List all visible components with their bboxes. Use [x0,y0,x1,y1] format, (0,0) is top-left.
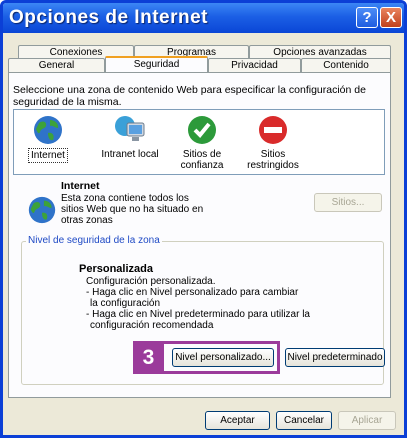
zone-label: Intranet local [101,149,159,160]
zone-name: Internet [61,180,100,192]
apply-button[interactable]: Aplicar [338,411,396,430]
zone-list: Internet Intranet local Sitios de confia… [13,109,385,175]
level-line: - Haga clic en Nivel personalizado para … [86,287,299,298]
zone-label: Internet [28,148,68,163]
level-line: Configuración personalizada. [86,276,216,287]
cancel-button[interactable]: Cancelar [276,411,332,430]
globe-icon [26,194,58,226]
zone-sitios-restringidos[interactable]: Sitios restringidos [243,114,303,172]
tab-privacidad[interactable]: Privacidad [208,58,301,72]
zone-sitios-confianza[interactable]: Sitios de confianza [172,114,232,172]
zone-label: Sitios restringidos [247,149,299,171]
accept-button[interactable]: Aceptar [205,411,270,430]
level-title: Personalizada [79,263,153,275]
zone-intranet-local[interactable]: Intranet local [97,114,163,161]
zone-description: Esta zona contiene todos los sitios Web … [61,193,204,226]
zone-label: Sitios de confianza [180,149,224,171]
sites-button[interactable]: Sitios... [314,193,382,212]
intro-text: Seleccione una zona de contenido Web par… [13,84,366,108]
window-title: Opciones de Internet [9,7,208,28]
tab-contenido[interactable]: Contenido [301,58,391,72]
close-button[interactable]: X [380,7,402,28]
level-line: - Haga clic en Nivel predeterminado para… [86,309,310,320]
trusted-check-icon [185,114,219,146]
level-line: configuración recomendada [90,320,214,331]
globe-icon [31,114,65,146]
default-level-button[interactable]: Nivel predeterminado [285,348,385,367]
tab-seguridad[interactable]: Seguridad [105,56,208,72]
zone-internet[interactable]: Internet [22,114,74,163]
restricted-no-entry-icon [256,114,290,146]
step-number-badge: 3 [133,341,164,374]
title-bar[interactable]: Opciones de Internet ? X [3,3,404,33]
tab-opciones-avanzadas[interactable]: Opciones avanzadas [249,45,391,59]
tab-general[interactable]: General [8,58,105,72]
group-title: Nivel de seguridad de la zona [26,235,162,246]
intranet-computer-icon [113,114,147,146]
level-line: la configuración [90,298,161,309]
custom-level-button[interactable]: Nivel personalizado... [172,348,274,367]
help-button[interactable]: ? [356,7,378,28]
tab-row-bottom: General Seguridad Privacidad Contenido [8,56,391,72]
